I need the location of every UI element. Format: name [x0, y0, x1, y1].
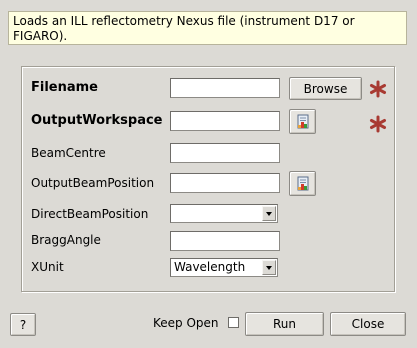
beam-centre-input[interactable] — [170, 143, 280, 163]
workspace-picker-button[interactable] — [289, 171, 316, 196]
filename-input[interactable] — [170, 78, 280, 98]
xunit-label: XUnit — [31, 260, 64, 274]
bragg-angle-label: BraggAngle — [31, 233, 101, 247]
browse-button[interactable]: Browse — [289, 77, 362, 100]
output-beam-position-label: OutputBeamPosition — [31, 176, 155, 190]
output-beam-position-input[interactable] — [170, 173, 280, 193]
chevron-down-icon[interactable] — [262, 260, 276, 275]
chevron-down-icon[interactable] — [262, 206, 276, 221]
algorithm-description: Loads an ILL reflectometry Nexus file (i… — [8, 11, 407, 45]
workspace-icon — [297, 176, 309, 191]
run-button[interactable]: Run — [245, 312, 324, 336]
beam-centre-label: BeamCentre — [31, 146, 106, 160]
keep-open-checkbox[interactable] — [228, 317, 239, 328]
workspace-picker-button[interactable] — [289, 109, 316, 134]
bragg-angle-input[interactable] — [170, 231, 280, 251]
required-asterisk-icon — [370, 80, 386, 98]
close-button[interactable]: Close — [330, 312, 406, 336]
workspace-icon — [297, 114, 309, 129]
keep-open-label: Keep Open — [153, 316, 219, 330]
xunit-combo[interactable]: Wavelength — [170, 258, 278, 277]
help-button[interactable]: ? — [10, 313, 36, 336]
direct-beam-position-label: DirectBeamPosition — [31, 207, 149, 221]
output-workspace-input[interactable] — [170, 111, 280, 131]
direct-beam-position-combo[interactable] — [170, 204, 278, 223]
required-asterisk-icon — [370, 115, 386, 133]
xunit-value: Wavelength — [174, 260, 246, 274]
output-workspace-label: OutputWorkspace — [31, 113, 163, 128]
filename-label: Filename — [31, 80, 98, 95]
